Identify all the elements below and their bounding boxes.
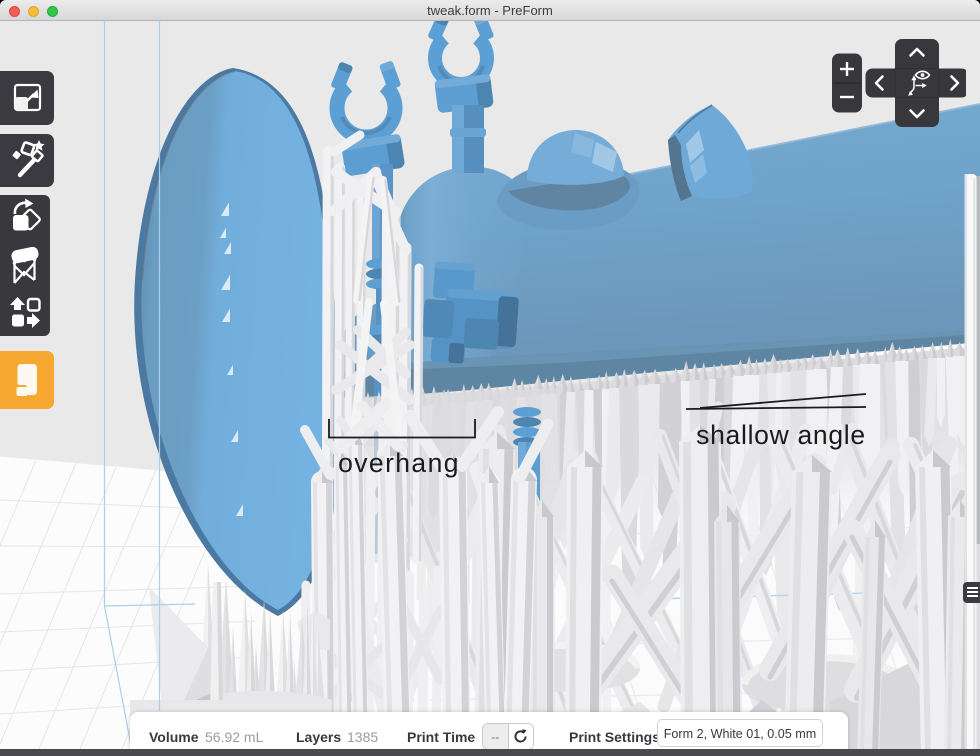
svg-text:shallow angle: shallow angle xyxy=(696,420,866,450)
svg-text:overhang: overhang xyxy=(338,448,460,478)
